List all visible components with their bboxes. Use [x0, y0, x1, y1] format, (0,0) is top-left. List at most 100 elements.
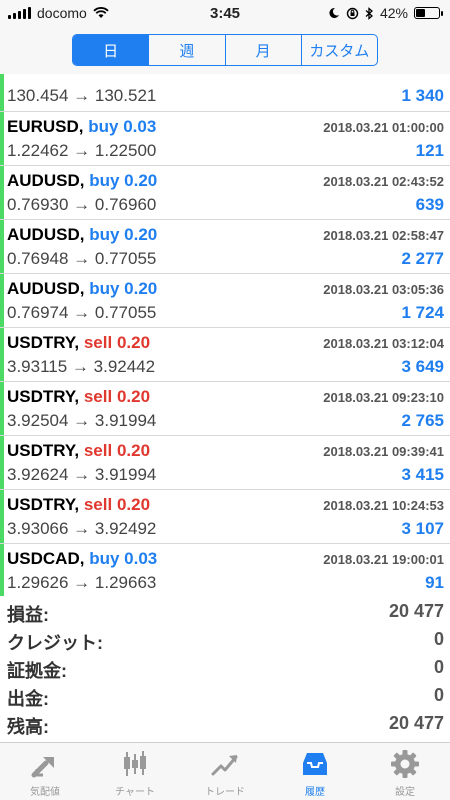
segment-custom[interactable]: カスタム: [302, 35, 377, 65]
tab-chart[interactable]: チャート: [90, 743, 180, 800]
trade-symbol-line: AUDUSD, buy 0.20: [7, 225, 157, 245]
trade-side-label: sell: [83, 333, 113, 352]
trade-side: buy 0.03: [89, 549, 157, 568]
battery-icon: [414, 7, 443, 19]
trade-lots: 0.20: [116, 495, 151, 514]
trade-side-label: buy: [89, 225, 120, 244]
tab-history[interactable]: 履歴: [270, 743, 360, 800]
trade-symbol-line: AUDUSD, buy 0.20: [7, 279, 157, 299]
trade-profit: 91: [425, 573, 444, 592]
trade-side: sell 0.20: [84, 333, 150, 352]
trade-row[interactable]: AUDUSD, buy 0.20 2018.03.21 03:05:36 0.769…: [0, 274, 450, 328]
trade-date: 2018.03.21 02:43:52: [323, 174, 444, 189]
status-bar: docomo 3:45 42%: [0, 0, 450, 28]
trade-row[interactable]: AUDUSD, buy 0.20 2018.03.21 02:58:47 0.769…: [0, 220, 450, 274]
summary-value: 0: [433, 629, 444, 649]
trade-side-label: buy: [89, 171, 120, 190]
trade-profit: 3 415: [401, 465, 444, 484]
battery-percent: 42%: [379, 5, 408, 21]
tab-label: 気配値: [30, 787, 60, 798]
trade-symbol-line: AUDUSD, buy 0.20: [7, 171, 157, 191]
trade-lots: 0.20: [124, 225, 158, 244]
trade-profit: 2 765: [401, 411, 444, 430]
moon-icon: [329, 7, 339, 18]
trade-row[interactable]: 130.454 → 130.521 1 340: [0, 74, 450, 112]
trade-profit: 3 649: [401, 357, 444, 376]
tab-settings[interactable]: 設定: [360, 743, 450, 800]
trade-side: buy 0.20: [89, 225, 157, 244]
trade-profit: 2 277: [401, 249, 444, 268]
trade-symbol: USDCAD,: [7, 549, 85, 568]
trade-side: buy 0.03: [88, 117, 156, 136]
segment-day[interactable]: 日: [73, 35, 150, 65]
trade-indicator-bar: [0, 436, 4, 489]
trade-symbol-line: USDCAD, buy 0.03: [7, 549, 157, 569]
settings-icon: [391, 750, 419, 778]
trade-symbol: USDTRY,: [7, 441, 80, 460]
trade-row[interactable]: USDTRY, sell 0.20 2018.03.21 03:12:04 3.93…: [0, 328, 450, 382]
trade-side-label: buy: [89, 549, 120, 568]
trade-prices: 3.92624 → 3.91994: [7, 465, 157, 484]
trade-date: 2018.03.21 02:58:47: [323, 228, 444, 243]
trade-date: 2018.03.21 09:23:10: [323, 390, 444, 405]
summary-label: 証拠金:: [7, 661, 67, 681]
tab-bar: 気配値 チャート トレード 履歴 設定: [0, 742, 450, 800]
trade-lots: 0.20: [116, 333, 151, 352]
trade-row[interactable]: USDCAD, buy 0.03 2018.03.21 19:00:01 1.296…: [0, 544, 450, 596]
trade-side-label: buy: [89, 279, 120, 298]
trade-symbol: EURUSD,: [7, 117, 84, 136]
summary-label: 出金:: [7, 689, 49, 709]
trade-indicator-bar: [0, 544, 4, 596]
summary-value: 0: [433, 685, 444, 705]
summary-row-credit: クレジット: 0: [0, 625, 450, 653]
trade-indicator-bar: [0, 490, 4, 543]
trade-side-label: sell: [83, 387, 113, 406]
tab-label: 設定: [395, 787, 415, 798]
trade-indicator-bar: [0, 74, 4, 111]
trade-row[interactable]: USDTRY, sell 0.20 2018.03.21 09:23:10 3.92…: [0, 382, 450, 436]
history-list[interactable]: 130.454 → 130.521 1 340 EURUSD, buy 0.03 20…: [0, 74, 450, 596]
trade-prices: 1.29626 → 1.29663: [7, 573, 157, 592]
trade-row[interactable]: EURUSD, buy 0.03 2018.03.21 01:00:00 1.224…: [0, 112, 450, 166]
trade-symbol-line: USDTRY, sell 0.20: [7, 441, 150, 461]
period-selector-bar: 日 週 月 カスタム: [0, 28, 450, 74]
trade-symbol-line: USDTRY, sell 0.20: [7, 333, 150, 353]
tab-quotes[interactable]: 気配値: [0, 743, 90, 800]
trade-date: 2018.03.21 10:24:53: [323, 498, 444, 513]
summary-row-profit: 損益: 20 477: [0, 597, 450, 625]
trade-prices: 0.76930 → 0.76960: [7, 195, 157, 214]
trade-profit: 121: [415, 141, 444, 160]
tab-label: トレード: [205, 787, 245, 798]
quotes-icon: [31, 757, 54, 778]
summary-row-balance: 残高: 20 477: [0, 709, 450, 737]
trade-prices: 0.76974 → 0.77055: [7, 303, 157, 322]
summary-value: 0: [433, 657, 444, 677]
trade-symbol-line: EURUSD, buy 0.03: [7, 117, 156, 137]
trade-profit: 1 724: [401, 303, 444, 322]
rotation-lock-icon: [346, 7, 359, 19]
trade-profit: 1 340: [401, 86, 444, 105]
segment-week[interactable]: 週: [149, 35, 226, 65]
trade-date: 2018.03.21 03:12:04: [323, 336, 444, 351]
trade-indicator-bar: [0, 382, 4, 435]
trade-prices: 1.22462 → 1.22500: [7, 141, 157, 160]
trade-date: 2018.03.21 19:00:01: [323, 552, 444, 567]
trade-row[interactable]: AUDUSD, buy 0.20 2018.03.21 02:43:52 0.769…: [0, 166, 450, 220]
trade-indicator-bar: [0, 220, 4, 273]
trade-symbol-line: USDTRY, sell 0.20: [7, 387, 150, 407]
trade-lots: 0.20: [124, 279, 158, 298]
trade-side: buy 0.20: [89, 171, 157, 190]
segment-month[interactable]: 月: [226, 35, 302, 65]
trade-row[interactable]: USDTRY, sell 0.20 2018.03.21 10:24:53 3.93…: [0, 490, 450, 544]
trade-side-label: buy: [88, 117, 119, 136]
trade-side-label: sell: [83, 495, 113, 514]
trade-prices: 3.93066 → 3.92492: [7, 519, 157, 538]
trade-lots: 0.03: [124, 549, 158, 568]
trade-side: buy 0.20: [89, 279, 157, 298]
chart-icon: [124, 751, 146, 776]
trade-profit: 3 107: [401, 519, 444, 538]
trade-side: sell 0.20: [84, 441, 150, 460]
tab-trade[interactable]: トレード: [180, 743, 270, 800]
trade-row[interactable]: USDTRY, sell 0.20 2018.03.21 09:39:41 3.92…: [0, 436, 450, 490]
bluetooth-icon: [365, 6, 373, 20]
